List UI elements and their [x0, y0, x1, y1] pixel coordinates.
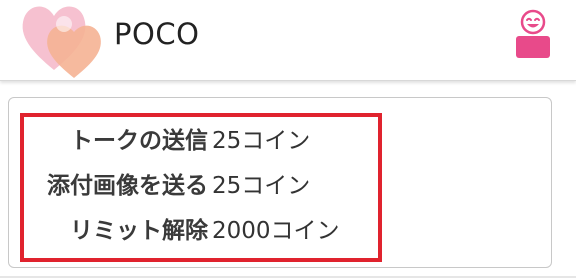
pricing-row-limit-release: リミット解除 2000コイン	[0, 211, 380, 244]
pricing-row-label: トークの送信	[70, 128, 208, 154]
pricing-row-value: 25コイン	[212, 128, 311, 154]
user-profile-icon[interactable]	[512, 8, 554, 62]
app-title: POCO	[114, 17, 200, 51]
pricing-row-label: 添付画像を送る	[47, 173, 208, 199]
pricing-row-label: リミット解除	[70, 218, 208, 244]
pricing-row-attach-image: 添付画像を送る 25コイン	[0, 166, 380, 199]
pricing-row-value: 25コイン	[212, 173, 311, 199]
pricing-row-value: 2000コイン	[212, 218, 340, 244]
hearts-logo-icon	[22, 6, 101, 78]
pricing-row-talk: トークの送信 25コイン	[0, 121, 380, 154]
app-header: POCO	[0, 0, 576, 81]
